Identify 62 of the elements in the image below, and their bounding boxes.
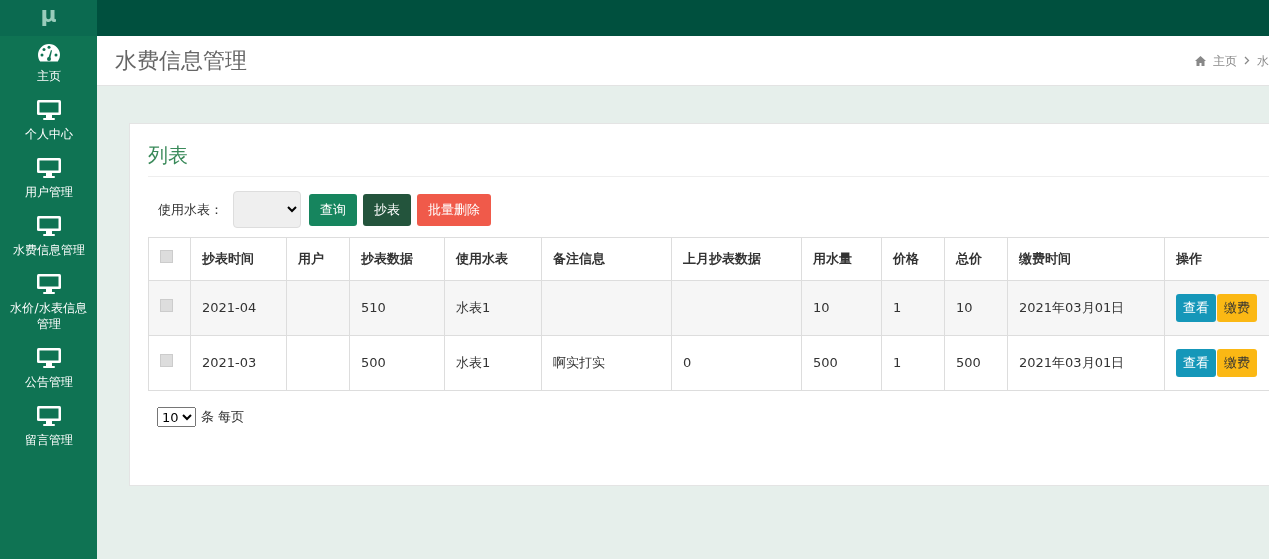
breadcrumb-link[interactable]: 主页 (1213, 51, 1237, 70)
sidebar-item[interactable]: 个人中心 (0, 92, 97, 150)
page-size-select[interactable]: 10 (157, 407, 196, 427)
page-title: 水费信息管理 (115, 47, 247, 75)
meter-select[interactable] (233, 191, 301, 228)
table-cell: 2021年03月01日 (1019, 300, 1125, 316)
sidebar-item[interactable]: 主页 (0, 36, 97, 92)
table-cell: 500 (956, 355, 981, 371)
checkbox[interactable] (160, 250, 173, 264)
monitor-icon (35, 215, 62, 237)
filter-label: 使用水表： (158, 200, 223, 219)
table-cell: 1 (893, 355, 902, 371)
column-header: 价格 (881, 237, 945, 281)
column-header: 上月抄表数据 (671, 237, 802, 281)
view-button[interactable]: 查看 (1176, 294, 1216, 322)
column-header: 使用水表 (444, 237, 542, 281)
column-header: 用水量 (801, 237, 882, 281)
breadcrumb-link[interactable]: 水 (1257, 51, 1269, 70)
table-cell: 2021-03 (202, 355, 257, 371)
table-cell: 水表1 (456, 355, 491, 371)
chevron-icon (1244, 56, 1250, 65)
table-cell: 500 (361, 355, 386, 371)
sidebar-item[interactable]: 公告管理 (0, 340, 97, 398)
column-header: 总价 (944, 237, 1008, 281)
table-cell: 500 (813, 355, 838, 371)
table-cell: 1 (893, 300, 902, 316)
column-header: 抄表数据 (349, 237, 445, 281)
pay-button[interactable]: 缴费 (1217, 294, 1257, 322)
card-title: 列表 (148, 140, 1269, 177)
monitor-icon (35, 347, 62, 369)
read-meter-button[interactable]: 抄表 (363, 193, 411, 226)
column-header: 操作 (1164, 237, 1269, 281)
batch-delete-button[interactable]: 批量删除 (417, 193, 491, 226)
monitor-icon (35, 405, 62, 427)
page-size-label: 条 每页 (201, 408, 245, 427)
pay-button[interactable]: 缴费 (1217, 349, 1257, 377)
column-header: 备注信息 (541, 237, 672, 281)
table-cell: 啊实打实 (553, 355, 605, 371)
column-header: 抄表时间 (190, 237, 287, 281)
monitor-icon (35, 273, 62, 295)
column-header: 用户 (286, 237, 350, 281)
table-cell: 0 (683, 355, 692, 371)
checkbox[interactable] (160, 299, 173, 313)
monitor-icon (35, 99, 62, 121)
column-header: 缴费时间 (1007, 237, 1165, 281)
view-button[interactable]: 查看 (1176, 349, 1216, 377)
sidebar-item[interactable]: 水价/水表信息管理 (0, 266, 97, 340)
monitor-icon (35, 157, 62, 179)
table-cell: 2021-04 (202, 300, 257, 316)
home-icon (1195, 55, 1206, 66)
search-button[interactable]: 查询 (309, 193, 357, 226)
table-cell: 10 (813, 300, 830, 316)
table-cell: 水表1 (456, 300, 491, 316)
table-cell: 510 (361, 300, 386, 316)
table-cell: 10 (956, 300, 973, 316)
checkbox[interactable] (160, 354, 173, 368)
sidebar-item[interactable]: 用户管理 (0, 150, 97, 208)
logo: μ (0, 0, 97, 36)
dashboard-icon (36, 43, 61, 63)
sidebar-item[interactable]: 水费信息管理 (0, 208, 97, 266)
table-cell: 2021年03月01日 (1019, 355, 1125, 371)
sidebar-item[interactable]: 留言管理 (0, 398, 97, 456)
